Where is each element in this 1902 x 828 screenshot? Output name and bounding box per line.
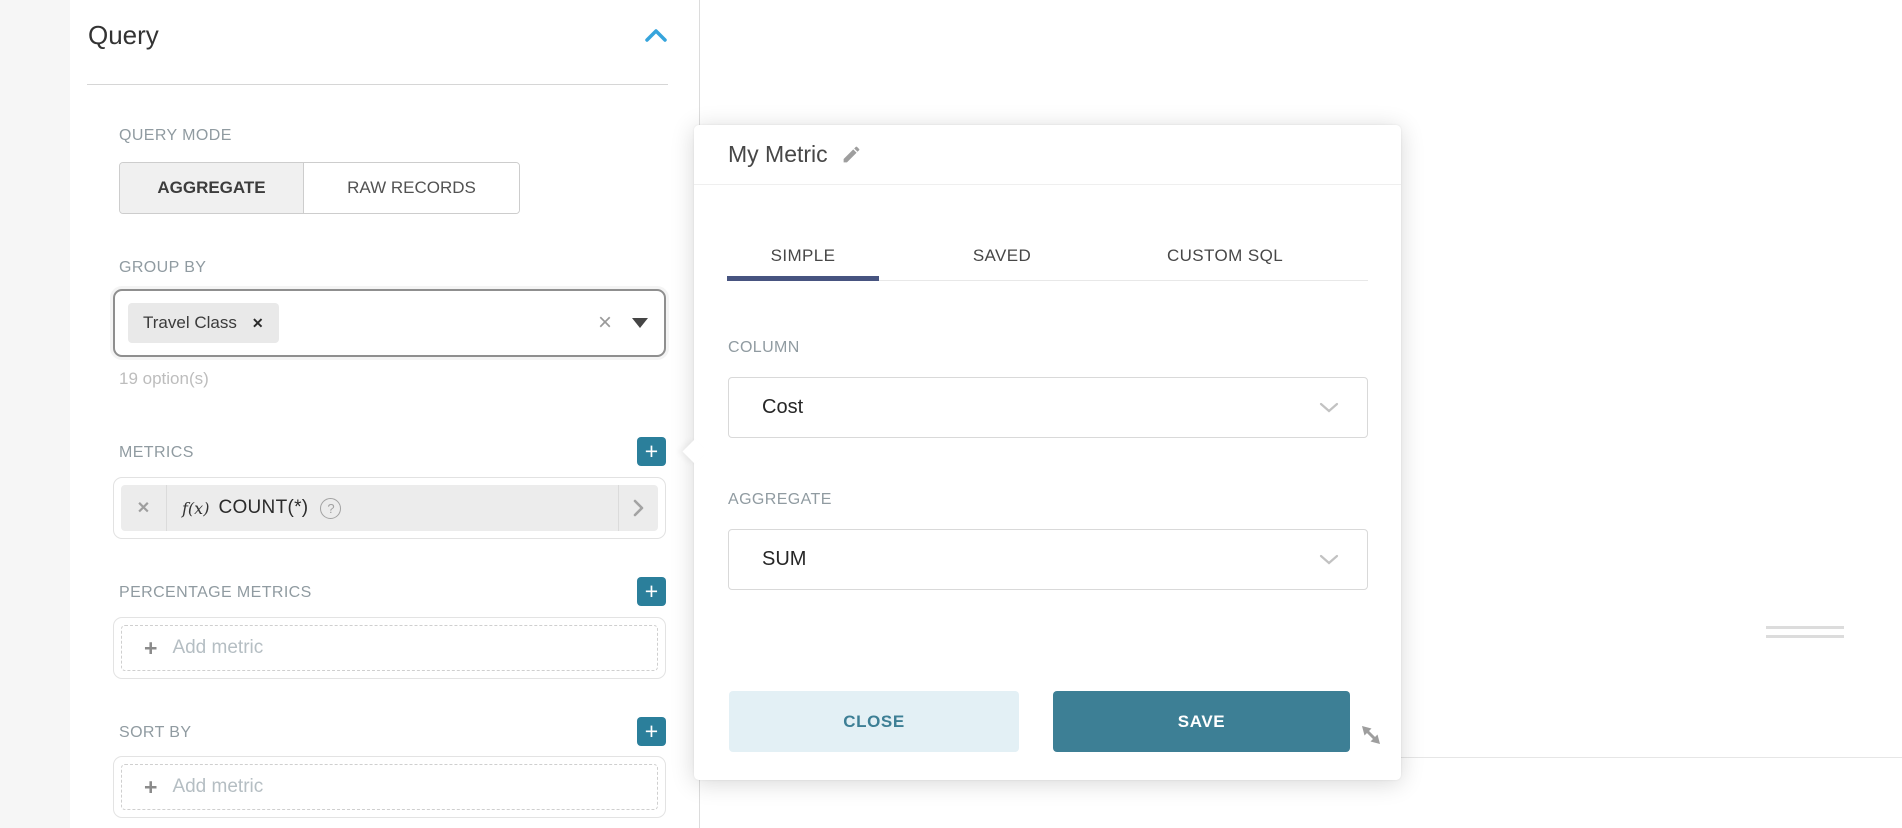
explore-screen: Query QUERY MODE AGGREGATE RAW RECORDS G… <box>0 0 1902 828</box>
diagonal-resize-icon <box>1357 721 1385 749</box>
sort-by-label: SORT BY <box>119 724 191 742</box>
metrics-container: ✕ f(x) COUNT(*) ? <box>113 477 666 539</box>
popover-header: My Metric <box>694 125 1401 185</box>
expand-metric-button[interactable] <box>618 485 658 531</box>
active-tab-indicator <box>727 276 879 281</box>
percentage-metrics-label: PERCENTAGE METRICS <box>119 584 312 602</box>
add-sort-metric-button[interactable]: + Add metric <box>121 764 658 810</box>
metric-tabs: SIMPLE SAVED CUSTOM SQL <box>727 231 1368 281</box>
page-title: Query <box>88 20 159 51</box>
selected-option-tag: Travel Class ✕ <box>128 303 279 343</box>
drag-handle-bar <box>1766 626 1844 629</box>
select-controls: × <box>598 311 648 335</box>
left-gutter <box>0 0 70 828</box>
column-label: COLUMN <box>728 339 800 357</box>
metrics-label: METRICS <box>119 444 194 462</box>
drag-handle-bar <box>1766 635 1844 638</box>
aggregate-label: AGGREGATE <box>728 491 832 509</box>
tab-simple[interactable]: SIMPLE <box>727 231 879 280</box>
add-metric-placeholder: Add metric <box>172 637 263 659</box>
metric-pill-body[interactable]: f(x) COUNT(*) ? <box>167 485 618 531</box>
query-section-header: Query <box>88 20 668 51</box>
tab-custom-sql[interactable]: CUSTOM SQL <box>1125 231 1325 280</box>
add-metric-placeholder: Add metric <box>172 776 263 798</box>
sort-by-container: + Add metric <box>113 756 666 818</box>
plus-icon: + <box>144 635 157 662</box>
tab-saved[interactable]: SAVED <box>927 231 1077 280</box>
chevron-right-icon <box>633 499 644 517</box>
chevron-up-icon <box>644 28 668 43</box>
query-mode-label: QUERY MODE <box>119 127 232 145</box>
column-value: Cost <box>762 396 803 419</box>
clear-select-icon[interactable]: × <box>598 311 612 335</box>
section-divider <box>87 84 668 85</box>
function-icon: f(x) <box>182 499 209 518</box>
remove-tag-icon[interactable]: ✕ <box>252 315 264 332</box>
pane-drag-handle[interactable] <box>1766 626 1844 644</box>
aggregate-mode-button[interactable]: AGGREGATE <box>120 163 304 213</box>
remove-metric-icon[interactable]: ✕ <box>121 485 167 531</box>
chevron-down-icon <box>1319 554 1339 565</box>
group-by-select[interactable]: Travel Class ✕ × <box>113 289 666 357</box>
plus-icon: + <box>144 774 157 801</box>
tag-label: Travel Class <box>143 313 237 333</box>
add-percentage-metric-plus-button[interactable]: + <box>637 577 666 606</box>
percentage-metrics-container: + Add metric <box>113 617 666 679</box>
help-icon[interactable]: ? <box>320 498 341 519</box>
chevron-down-icon <box>1319 402 1339 413</box>
raw-records-mode-button[interactable]: RAW RECORDS <box>304 163 519 213</box>
metric-edit-popover: My Metric SIMPLE SAVED CUSTOM SQL COLUMN… <box>694 125 1401 780</box>
collapse-section-button[interactable] <box>644 28 668 43</box>
metric-pill: ✕ f(x) COUNT(*) ? <box>121 485 658 531</box>
edit-title-button[interactable] <box>841 144 862 165</box>
aggregate-value: SUM <box>762 548 806 571</box>
metric-title: My Metric <box>728 141 828 168</box>
options-count-hint: 19 option(s) <box>119 369 209 389</box>
dropdown-caret-icon[interactable] <box>632 318 648 328</box>
query-panel: Query QUERY MODE AGGREGATE RAW RECORDS G… <box>70 0 700 828</box>
resize-popover-handle[interactable] <box>1357 721 1385 749</box>
metric-name: COUNT(*) <box>218 497 308 519</box>
close-button[interactable]: CLOSE <box>729 691 1019 752</box>
add-percentage-metric-button[interactable]: + Add metric <box>121 625 658 671</box>
save-button[interactable]: SAVE <box>1053 691 1350 752</box>
group-by-label: GROUP BY <box>119 259 206 277</box>
add-sort-metric-plus-button[interactable]: + <box>637 717 666 746</box>
column-select[interactable]: Cost <box>728 377 1368 438</box>
add-metric-plus-button[interactable]: + <box>637 437 666 466</box>
query-mode-toggle: AGGREGATE RAW RECORDS <box>119 162 520 214</box>
aggregate-select[interactable]: SUM <box>728 529 1368 590</box>
pencil-icon <box>841 144 862 165</box>
